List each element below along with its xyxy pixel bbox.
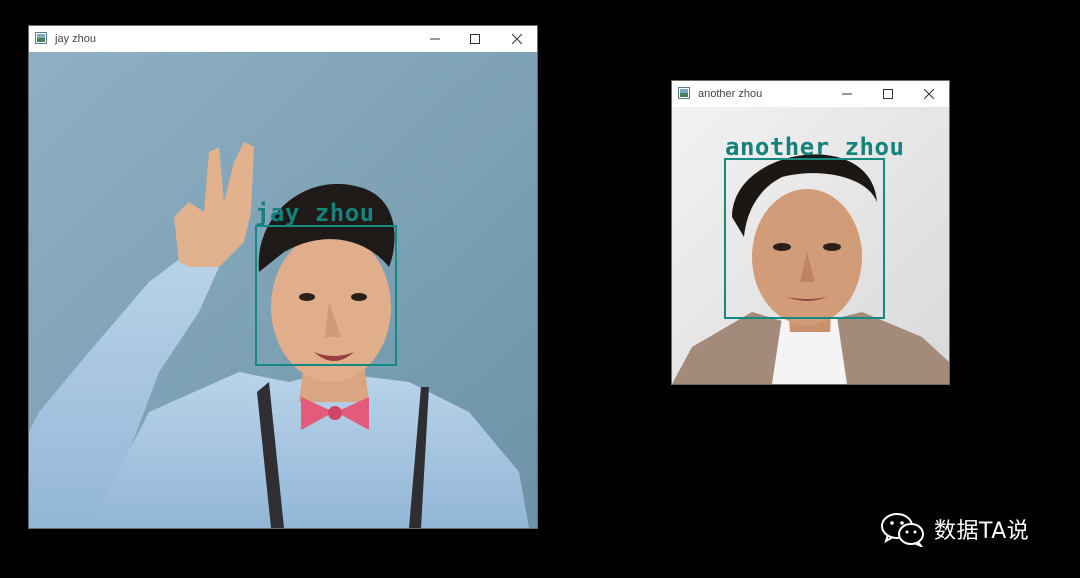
title-bar[interactable]: another zhou	[672, 81, 949, 107]
app-icon	[35, 32, 47, 44]
watermark-text: 数据TA说	[934, 519, 1030, 544]
image-window-another-zhou[interactable]: another zhou another zhou	[671, 80, 950, 385]
image-canvas: jay zhou	[29, 52, 537, 528]
minimize-button[interactable]	[415, 26, 455, 52]
face-bounding-box	[255, 225, 397, 366]
face-label: another zhou	[725, 133, 905, 161]
image-window-jay-zhou[interactable]: jay zhou jay zhou	[28, 25, 538, 529]
minimize-icon	[430, 38, 440, 40]
maximize-icon	[470, 34, 480, 44]
minimize-icon	[842, 93, 852, 95]
watermark: 数据TA说	[880, 511, 1029, 547]
face-label: jay zhou	[255, 199, 375, 227]
maximize-icon	[883, 89, 893, 99]
window-title: jay zhou	[55, 33, 96, 45]
app-icon	[678, 87, 690, 99]
close-icon	[924, 89, 934, 99]
maximize-button[interactable]	[868, 81, 908, 107]
minimize-button[interactable]	[827, 81, 867, 107]
close-icon	[512, 34, 522, 44]
close-button[interactable]	[909, 81, 949, 107]
window-title: another zhou	[698, 88, 763, 100]
title-bar[interactable]: jay zhou	[29, 26, 537, 52]
desktop: { "windows": [ { "title": "jay zhou", "f…	[0, 0, 1080, 578]
maximize-button[interactable]	[455, 26, 495, 52]
face-bounding-box	[724, 158, 885, 319]
wechat-icon	[881, 513, 924, 547]
close-button[interactable]	[497, 26, 537, 52]
image-canvas: another zhou	[672, 107, 949, 384]
